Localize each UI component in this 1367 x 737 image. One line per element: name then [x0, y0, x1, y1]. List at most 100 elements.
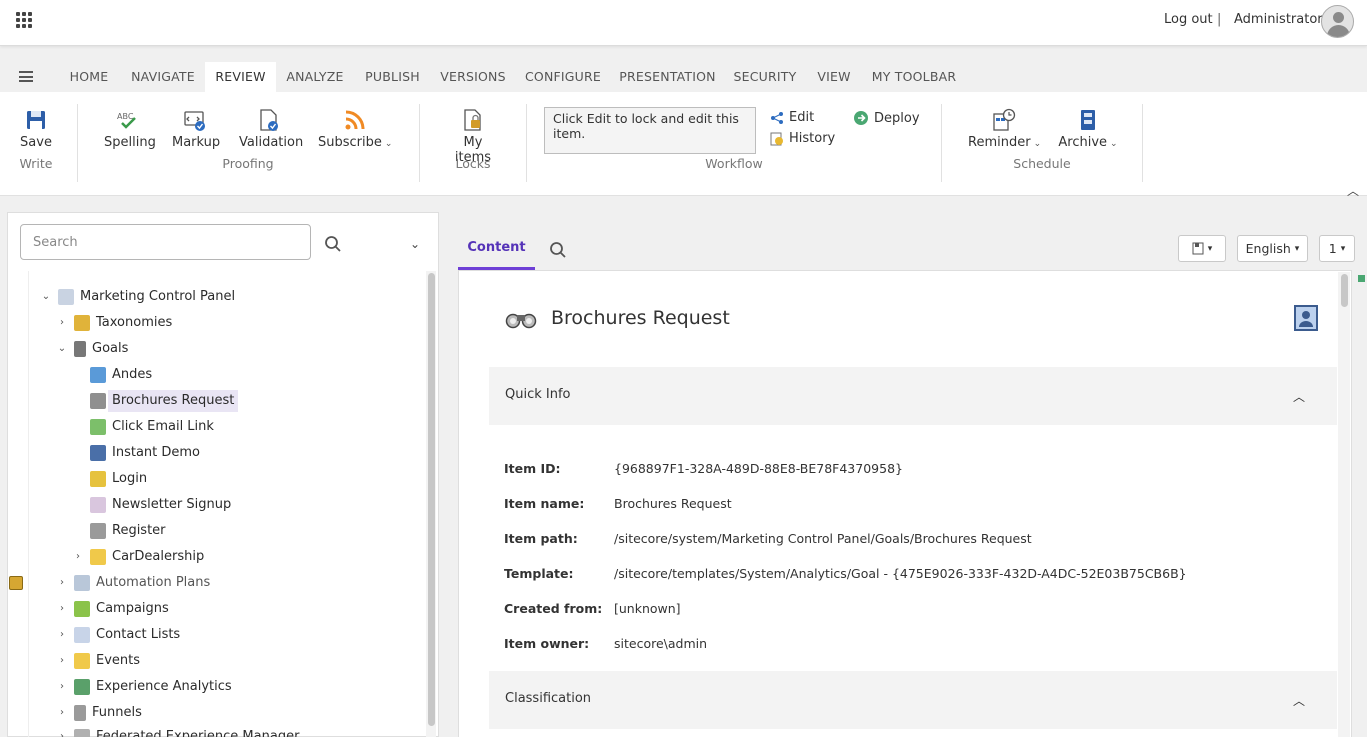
tree-node-instant-demo[interactable]: Instant Demo: [71, 442, 200, 464]
expand-icon[interactable]: ›: [55, 572, 69, 594]
validation-icon: [260, 109, 278, 131]
edit-button[interactable]: Edit: [770, 110, 814, 125]
validation-status-indicator: [1358, 275, 1365, 282]
collapse-icon[interactable]: ⌄: [55, 338, 69, 360]
expand-icon[interactable]: ›: [55, 312, 69, 334]
flag-icon: [74, 341, 86, 357]
item-path-value: /sitecore/system/Marketing Control Panel…: [614, 531, 1032, 546]
save-button[interactable]: Save: [16, 108, 56, 150]
tree-node-click-email-link[interactable]: Click Email Link: [71, 416, 214, 438]
tab-publish[interactable]: PUBLISH: [359, 62, 426, 92]
tab-content[interactable]: Content: [458, 230, 535, 270]
editor-scrollbar-thumb[interactable]: [1341, 274, 1348, 307]
language-dropdown[interactable]: English ▾: [1237, 235, 1308, 262]
ribbon: Save Write ABC Spelling Markup Validatio…: [0, 92, 1367, 199]
view-dropdown[interactable]: ▾: [1178, 235, 1226, 262]
logout-link[interactable]: Log out: [1164, 12, 1213, 27]
field-label: Template:: [504, 566, 574, 581]
tree-node-register[interactable]: Register: [71, 520, 166, 542]
tree-node-andes[interactable]: Andes: [71, 364, 152, 386]
svg-text:ABC: ABC: [117, 112, 134, 121]
user-name[interactable]: Administrator: [1234, 12, 1323, 27]
tab-my-toolbar[interactable]: MY TOOLBAR: [866, 62, 962, 92]
binoculars-icon: [90, 393, 106, 409]
gutter-workflow-icon[interactable]: [9, 576, 23, 590]
content-tree: ⌄ Marketing Control Panel › Taxonomies ⌄…: [28, 271, 424, 737]
user-card-icon[interactable]: [1294, 305, 1318, 331]
search-icon[interactable]: [549, 241, 567, 259]
goal-icon: [90, 367, 106, 383]
divider: [1142, 104, 1143, 182]
tree-node-experience-analytics[interactable]: › Experience Analytics: [55, 676, 232, 698]
reminder-button[interactable]: Reminder ⌄: [968, 108, 1041, 150]
tab-review[interactable]: REVIEW: [205, 62, 276, 92]
tree-node-funnels[interactable]: › Funnels: [55, 702, 142, 724]
tree-node-events[interactable]: › Events: [55, 650, 140, 672]
deploy-button[interactable]: Deploy: [853, 110, 920, 126]
tree-node-brochures-request[interactable]: Brochures Request: [71, 390, 239, 412]
user-avatar-icon[interactable]: [1321, 5, 1354, 38]
rss-icon: [345, 110, 365, 130]
tab-home[interactable]: HOME: [57, 62, 121, 92]
tab-view[interactable]: VIEW: [812, 62, 856, 92]
tab-analyze[interactable]: ANALYZE: [280, 62, 350, 92]
history-button[interactable]: History: [770, 131, 835, 146]
validation-button[interactable]: Validation: [239, 108, 303, 150]
chevron-up-icon[interactable]: ︿: [1293, 692, 1305, 709]
expand-icon[interactable]: ›: [55, 624, 69, 646]
tab-versions[interactable]: VERSIONS: [436, 62, 510, 92]
classification-section[interactable]: Classification ︿: [489, 671, 1337, 729]
tree-node-automation-plans[interactable]: › Automation Plans: [55, 572, 210, 594]
expand-icon[interactable]: ›: [71, 546, 85, 568]
divider: [941, 104, 942, 182]
expand-icon[interactable]: ›: [55, 676, 69, 698]
tree-node-campaigns[interactable]: › Campaigns: [55, 598, 169, 620]
tab-navigate[interactable]: NAVIGATE: [125, 62, 201, 92]
chevron-down-icon[interactable]: ⌄: [410, 237, 420, 251]
collapse-icon[interactable]: ⌄: [39, 286, 53, 308]
markup-icon: [184, 111, 205, 131]
field-label: Item owner:: [504, 636, 590, 651]
tree-node-taxonomies[interactable]: › Taxonomies: [55, 312, 172, 334]
collapse-ribbon-icon[interactable]: ︿: [1347, 182, 1359, 199]
tree-node-login[interactable]: Login: [71, 468, 147, 490]
taxonomy-icon: [74, 315, 90, 331]
key-icon: [90, 471, 106, 487]
chevron-up-icon[interactable]: ︿: [1293, 388, 1305, 405]
markup-button[interactable]: Markup: [172, 108, 220, 150]
archive-button[interactable]: Archive ⌄: [1058, 108, 1118, 150]
tree-node-cardealership[interactable]: › CarDealership: [71, 546, 204, 568]
subscribe-button[interactable]: Subscribe ⌄: [318, 108, 392, 150]
field-label: Created from:: [504, 601, 603, 616]
expand-icon[interactable]: ›: [55, 726, 69, 737]
header-separator: |: [1217, 12, 1222, 27]
expand-icon[interactable]: ›: [55, 702, 69, 724]
tree-node-goals[interactable]: ⌄ Goals: [55, 338, 128, 360]
tree-scrollbar-thumb[interactable]: [428, 273, 435, 726]
section-title: Classification: [505, 691, 592, 706]
tree-search-input[interactable]: [20, 224, 311, 260]
tree-node-marketing-control-panel[interactable]: ⌄ Marketing Control Panel: [39, 286, 235, 308]
tab-configure[interactable]: CONFIGURE: [519, 62, 607, 92]
search-icon[interactable]: [324, 235, 342, 253]
chevron-down-icon: ⌄: [384, 139, 393, 149]
field-label: Item name:: [504, 496, 585, 511]
expand-icon[interactable]: ›: [55, 598, 69, 620]
chevron-down-icon: ⌄: [1110, 139, 1118, 149]
tab-security[interactable]: SECURITY: [729, 62, 801, 92]
folder-icon: [74, 653, 90, 669]
divider: [77, 104, 78, 182]
editor-scrollbar[interactable]: [1338, 272, 1350, 737]
tree-node-federated-experience-manager[interactable]: › Federated Experience Manager: [55, 726, 299, 737]
hamburger-menu-icon[interactable]: [19, 71, 33, 82]
tab-presentation[interactable]: PRESENTATION: [614, 62, 721, 92]
version-dropdown[interactable]: 1 ▾: [1319, 235, 1355, 262]
binoculars-icon: [505, 313, 537, 329]
expand-icon[interactable]: ›: [55, 650, 69, 672]
spelling-button[interactable]: ABC Spelling: [104, 108, 156, 150]
app-launcher-icon[interactable]: [16, 12, 33, 29]
quick-info-section[interactable]: Quick Info ︿: [489, 367, 1337, 425]
tree-node-contact-lists[interactable]: › Contact Lists: [55, 624, 180, 646]
group-label-workflow: Workflow: [705, 156, 763, 171]
tree-node-newsletter-signup[interactable]: Newsletter Signup: [71, 494, 231, 516]
